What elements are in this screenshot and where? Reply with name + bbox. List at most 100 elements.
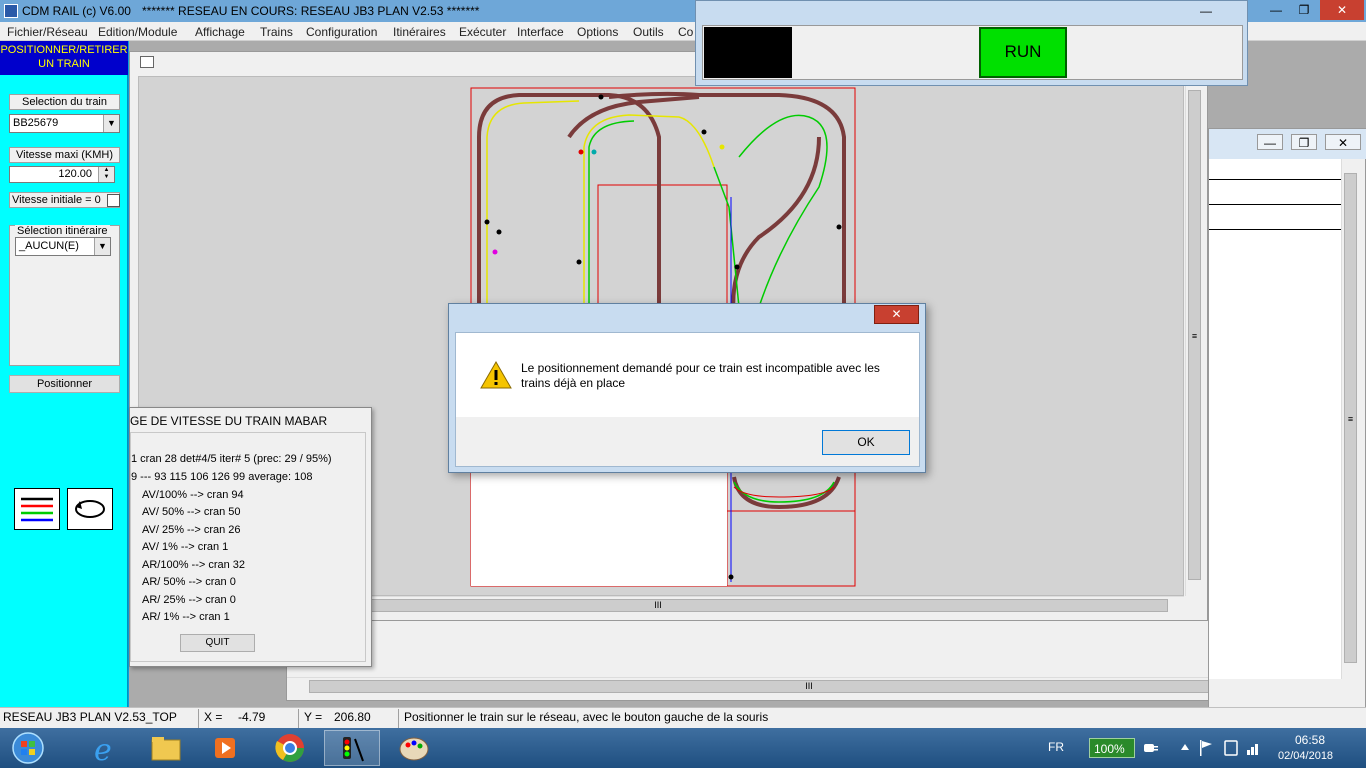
position-button[interactable]: Positionner (9, 375, 120, 393)
menu-affichage[interactable]: Affichage (195, 25, 245, 39)
divider (198, 709, 199, 728)
y-value: 206.80 (334, 710, 371, 724)
divider (1209, 229, 1341, 230)
route-select[interactable]: _AUCUN(E) ▼ (15, 237, 111, 256)
train-select[interactable]: BB25679 ▼ (9, 114, 120, 133)
chevron-down-icon[interactable]: ▼ (103, 115, 119, 132)
chevron-down-icon[interactable]: ▼ (94, 238, 110, 255)
chrome-icon[interactable] (262, 730, 318, 766)
status-display (704, 27, 792, 78)
speed-window-title: GE DE VITESSE DU TRAIN MABAR (130, 408, 371, 432)
divider (398, 709, 399, 728)
minimize-button[interactable]: — (1192, 1, 1220, 21)
run-window-body: RUN (702, 25, 1243, 80)
x-value: -4.79 (238, 710, 266, 724)
divider (1209, 179, 1341, 180)
y-label: Y = (304, 710, 323, 724)
warning-icon (480, 361, 512, 389)
speed-max-value: 120.00 (58, 168, 92, 180)
warning-dialog: ✕ Le positionnement demandé pour ce trai… (448, 303, 926, 473)
menu-fichier[interactable]: Fichier/Réseau (7, 25, 88, 39)
media-player-icon[interactable] (198, 730, 254, 766)
dialog-message-area: Le positionnement demandé pour ce train … (456, 333, 919, 417)
power-plug-icon[interactable] (1140, 740, 1160, 756)
window-icon (140, 56, 154, 68)
cdm-rail-icon[interactable] (324, 730, 380, 766)
quit-button[interactable]: QUIT (180, 634, 255, 652)
speed-row: AV/ 25% --> cran 26 (142, 524, 241, 536)
app-title: CDM RAIL (c) V6.00 (22, 4, 131, 18)
menu-itineraires[interactable]: Itinéraires (393, 25, 446, 39)
left-panel: POSITIONNER/RETIRER UN TRAIN Selection d… (0, 41, 128, 707)
right-window-content (1209, 159, 1341, 679)
menu-co[interactable]: Co (678, 25, 693, 39)
initial-speed-checkbox[interactable] (107, 194, 120, 207)
spinner-icon[interactable]: ▲ ▼ (98, 167, 114, 182)
train-select-label: Selection du train (9, 94, 120, 110)
folder-icon[interactable] (138, 730, 194, 766)
close-button[interactable]: ✕ (1320, 0, 1364, 20)
speed-info-line: 1 cran 28 det#4/5 iter# 5 (prec: 29 / 95… (131, 453, 332, 465)
menu-configuration[interactable]: Configuration (306, 25, 377, 39)
network-name: RESEAU JB3 PLAN V2.53_TOP (3, 710, 177, 724)
loop-icon[interactable] (67, 488, 113, 530)
speed-max-input[interactable]: 120.00 ▲ ▼ (9, 166, 115, 183)
horizontal-scrollbar[interactable]: III (287, 677, 1337, 695)
taskbar: e FR 100% 06:58 02/04/2018 (0, 728, 1366, 768)
svg-text:e: e (94, 733, 112, 766)
menu-trains[interactable]: Trains (260, 25, 293, 39)
maximize-button[interactable]: ❐ (1291, 134, 1317, 150)
flag-icon[interactable] (1198, 739, 1214, 757)
menu-executer[interactable]: Exécuter (459, 25, 506, 39)
app-icon (4, 4, 18, 18)
track-vertical-scrollbar[interactable]: ≡ (1185, 76, 1203, 596)
run-button[interactable]: RUN (979, 27, 1067, 78)
minimize-button[interactable]: — (1257, 134, 1283, 150)
speed-row: AV/ 50% --> cran 50 (142, 506, 241, 518)
dialog-message: Le positionnement demandé pour ce train … (521, 361, 880, 390)
ie-icon[interactable]: e (80, 730, 136, 768)
track-v-thumb[interactable]: ≡ (1188, 90, 1201, 580)
menu-outils[interactable]: Outils (633, 25, 664, 39)
train-select-value: BB25679 (13, 117, 59, 129)
right-vertical-scrollbar[interactable]: ≡ (1341, 159, 1359, 679)
minimize-button[interactable]: — (1262, 0, 1290, 20)
network-icon[interactable] (1246, 740, 1262, 756)
speed-calibration-window: GE DE VITESSE DU TRAIN MABAR 1 cran 28 d… (129, 407, 372, 667)
right-window-titlebar: — ❐ ✕ (1209, 129, 1366, 159)
x-label: X = (204, 710, 223, 724)
device-icon[interactable] (1222, 739, 1240, 757)
right-v-thumb[interactable]: ≡ (1344, 173, 1357, 663)
route-select-value: _AUCUN(E) (19, 240, 79, 252)
status-bar: RESEAU JB3 PLAN V2.53_TOP X = -4.79 Y = … (0, 707, 1366, 728)
scroll-thumb[interactable]: III (309, 680, 1309, 693)
menu-options[interactable]: Options (577, 25, 618, 39)
speed-max-label: Vitesse maxi (KMH) (9, 147, 120, 163)
document-title: ******* RESEAU EN COURS: RESEAU JB3 PLAN… (142, 4, 480, 18)
clock-date[interactable]: 02/04/2018 (1278, 750, 1333, 762)
dialog-close-button[interactable]: ✕ (874, 305, 919, 324)
menu-interface[interactable]: Interface (517, 25, 564, 39)
maximize-button[interactable]: ❐ (1290, 0, 1318, 20)
white-area (471, 457, 727, 586)
ok-button[interactable]: OK (822, 430, 910, 455)
clock-time[interactable]: 06:58 (1295, 733, 1325, 747)
speed-info-line: 9 --- 93 115 106 126 99 average: 108 (131, 471, 313, 483)
divider (298, 709, 299, 728)
chevron-up-icon[interactable] (1180, 742, 1190, 752)
battery-icon[interactable]: 100% (1089, 738, 1135, 758)
battery-level: 100% (1094, 742, 1125, 756)
speed-window-content: 1 cran 28 det#4/5 iter# 5 (prec: 29 / 95… (130, 432, 366, 662)
language-indicator[interactable]: FR (1048, 740, 1064, 754)
menu-edition[interactable]: Edition/Module (98, 25, 177, 39)
close-button[interactable]: ✕ (1325, 134, 1361, 150)
divider (1209, 204, 1341, 205)
start-button[interactable] (2, 730, 54, 766)
speed-row: AR/100% --> cran 32 (142, 559, 246, 571)
paint-icon[interactable] (386, 730, 442, 766)
track-colors-icon[interactable] (14, 488, 60, 530)
speed-row: AR/ 50% --> cran 0 (142, 576, 236, 588)
status-hint: Positionner le train sur le réseau, avec… (404, 710, 769, 724)
dialog-body: Le positionnement demandé pour ce train … (455, 332, 920, 467)
panel-header: POSITIONNER/RETIRER UN TRAIN (0, 41, 128, 75)
